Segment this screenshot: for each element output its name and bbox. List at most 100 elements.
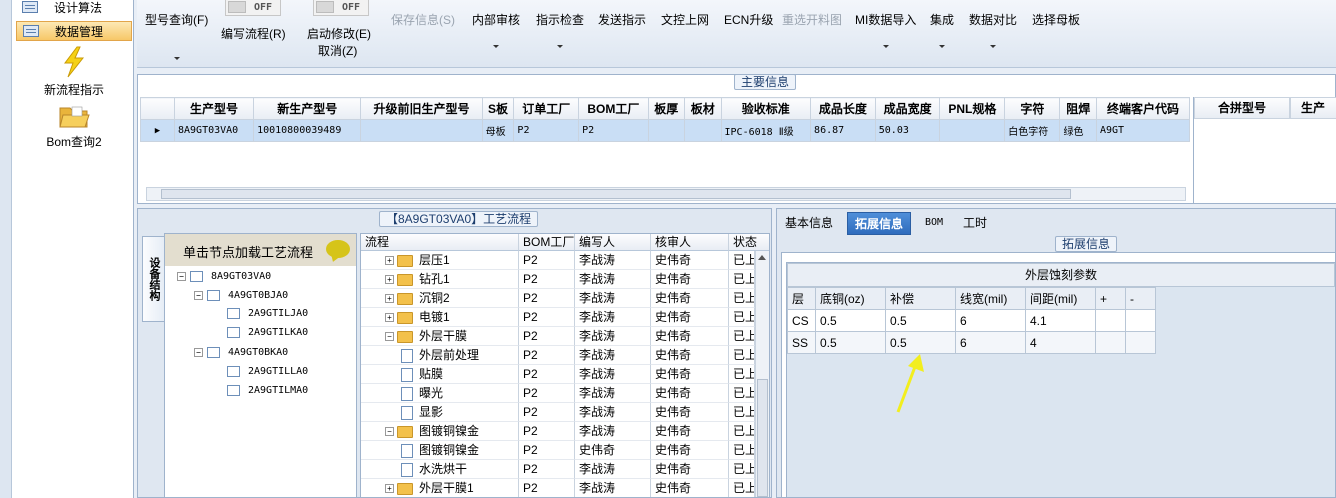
column-header[interactable]: 订单工厂 (513, 97, 580, 120)
table-cell[interactable]: P2 (519, 308, 575, 327)
expand-icon[interactable]: + (385, 313, 394, 323)
table-cell[interactable]: 李战涛 (575, 384, 651, 403)
flow-step-cell[interactable]: − 外层干膜 (361, 327, 519, 346)
chevron-down-icon[interactable] (493, 45, 499, 48)
table-cell[interactable]: 已上 (729, 422, 755, 441)
table-cell[interactable]: CS (787, 309, 816, 332)
flow-step-cell[interactable]: 贴膜 (361, 365, 519, 384)
tree-node[interactable]: 2A9GTILKA0 (227, 327, 308, 338)
table-cell[interactable]: 史伟奇 (651, 384, 729, 403)
table-cell[interactable]: 史伟奇 (651, 460, 729, 479)
send-indicator-button[interactable]: 发送指示 (598, 11, 646, 28)
table-cell[interactable]: P2 (519, 460, 575, 479)
table-cell[interactable]: 已上 (729, 251, 755, 270)
column-header[interactable]: 核审人 (651, 234, 729, 251)
flow-step-cell[interactable]: + 沉铜2 (361, 289, 519, 308)
expand-icon[interactable]: + (385, 484, 394, 494)
table-cell[interactable]: P2 (519, 479, 575, 497)
table-cell[interactable]: IPC-6018 Ⅱ级 (720, 119, 812, 142)
table-cell[interactable]: P2 (519, 365, 575, 384)
flow-step-cell[interactable]: + 外层干膜1 (361, 479, 519, 497)
tree-node[interactable]: −4A9GT0BKA0 (194, 347, 288, 358)
table-cell[interactable]: 史伟奇 (651, 479, 729, 497)
table-cell[interactable] (939, 119, 1006, 142)
column-header[interactable]: 板材 (684, 97, 722, 120)
sidebar-item-data-management[interactable]: 数据管理 (16, 21, 132, 41)
table-cell[interactable]: 李战涛 (575, 308, 651, 327)
column-header[interactable]: 线宽(mil) (955, 287, 1026, 310)
table-cell[interactable]: 李战涛 (575, 479, 651, 497)
table-cell[interactable]: 李战涛 (575, 365, 651, 384)
table-cell[interactable]: 6 (955, 331, 1026, 354)
table-cell[interactable]: P2 (578, 119, 649, 142)
expand-icon[interactable]: + (385, 294, 394, 304)
expand-icon[interactable]: + (385, 256, 394, 266)
table-cell[interactable]: 李战涛 (575, 403, 651, 422)
flow-step-cell[interactable]: 水洗烘干 (361, 460, 519, 479)
flow-step-cell[interactable]: 图镀铜镍金 (361, 441, 519, 460)
tab-bom[interactable]: BOM (918, 212, 950, 235)
sidebar-item-design-algorithm[interactable]: 设计算法 (16, 0, 132, 17)
flow-step-cell[interactable]: + 钻孔1 (361, 270, 519, 289)
add-column-button[interactable]: + (1095, 287, 1126, 310)
internal-review-button[interactable]: 内部审核 (472, 11, 520, 48)
collapse-icon[interactable]: − (385, 427, 394, 437)
new-flow-indicator-button[interactable]: 新流程指示 (24, 46, 124, 98)
table-cell[interactable]: 已上 (729, 308, 755, 327)
table-cell[interactable]: 史伟奇 (575, 441, 651, 460)
table-cell[interactable]: P2 (519, 327, 575, 346)
column-header[interactable]: 流程 (361, 234, 519, 251)
tab-work-hours[interactable]: 工时 (956, 212, 994, 235)
column-header[interactable]: 生产 (1290, 97, 1336, 119)
table-cell[interactable]: 已上 (729, 384, 755, 403)
column-header[interactable]: BOM工厂 (578, 97, 649, 120)
chevron-down-icon[interactable] (990, 45, 996, 48)
table-cell[interactable] (1095, 309, 1126, 332)
table-cell[interactable]: 0.5 (815, 309, 886, 332)
table-cell[interactable]: 史伟奇 (651, 251, 729, 270)
integrate-button[interactable]: 集成 (930, 11, 954, 48)
column-header[interactable]: 间距(mil) (1025, 287, 1096, 310)
chevron-down-icon[interactable] (557, 45, 563, 48)
table-cell[interactable]: A9GT (1095, 119, 1191, 142)
table-cell[interactable]: 史伟奇 (651, 308, 729, 327)
write-flow-toggle[interactable]: OFF (225, 0, 281, 16)
table-cell[interactable]: 史伟奇 (651, 346, 729, 365)
table-cell[interactable]: P2 (519, 289, 575, 308)
tree-node[interactable]: 2A9GTILJA0 (227, 308, 308, 319)
table-cell[interactable]: 86.87 (810, 119, 876, 142)
table-cell[interactable]: 已上 (729, 270, 755, 289)
mi-import-button[interactable]: MI数据导入 (855, 11, 916, 48)
indicator-check-button[interactable]: 指示检查 (536, 11, 584, 48)
chevron-down-icon[interactable] (173, 57, 180, 60)
table-row[interactable]: ▶ 8A9GT03VA0 10010800039489 母板 P2 P2 IPC… (140, 119, 1191, 142)
column-header[interactable]: 验收标准 (720, 97, 812, 120)
column-header[interactable]: 成品长度 (810, 97, 876, 120)
table-cell[interactable]: 李战涛 (575, 460, 651, 479)
rebuild-material-button[interactable]: 重选开料图 (782, 11, 842, 28)
table-cell[interactable]: 史伟奇 (651, 403, 729, 422)
column-header[interactable]: 升级前旧生产型号 (360, 97, 483, 120)
table-cell[interactable]: 已上 (729, 346, 755, 365)
table-row[interactable]: SS 0.5 0.5 6 4 (787, 331, 1156, 354)
table-cell[interactable]: 史伟奇 (651, 289, 729, 308)
select-mother-button[interactable]: 选择母板 (1032, 11, 1080, 28)
table-cell[interactable]: P2 (519, 422, 575, 441)
column-header[interactable]: 合拼型号 (1194, 97, 1290, 119)
column-header[interactable]: 新生产型号 (253, 97, 362, 120)
table-cell[interactable]: 4.1 (1025, 309, 1096, 332)
flow-step-cell[interactable]: 显影 (361, 403, 519, 422)
table-cell[interactable]: 绿色 (1059, 119, 1097, 142)
device-structure-tab[interactable]: 设备结构 (142, 236, 164, 322)
column-header[interactable]: 阻焊 (1059, 97, 1097, 120)
flow-step-cell[interactable]: + 层压1 (361, 251, 519, 270)
model-query-button[interactable]: 型号查询(F) (145, 11, 208, 60)
scrollbar-thumb[interactable] (161, 189, 1071, 199)
vertical-scrollbar[interactable] (755, 251, 769, 497)
table-cell[interactable]: 已上 (729, 479, 755, 497)
table-cell[interactable]: 8A9GT03VA0 (173, 119, 255, 142)
table-cell[interactable] (1095, 331, 1126, 354)
table-cell[interactable]: 4 (1025, 331, 1096, 354)
table-cell[interactable]: 0.5 (885, 309, 956, 332)
flow-step-cell[interactable]: 外层前处理 (361, 346, 519, 365)
